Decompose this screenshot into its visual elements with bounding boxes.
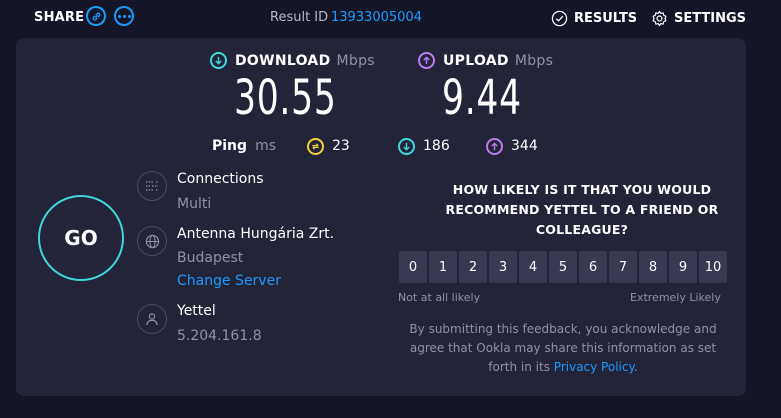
scale-high-label: Extremely Likely [630, 291, 721, 304]
top-bar: SHARE Result ID 13933005004 RESULTS SETT… [0, 0, 781, 36]
connections-title: Connections [177, 171, 264, 187]
ping-download-value: 186 [423, 138, 450, 154]
nps-option-6[interactable]: 6 [579, 251, 607, 283]
ping-upload-icon [486, 137, 503, 155]
upload-speed-value: 9.44 [442, 70, 522, 126]
nps-option-4[interactable]: 4 [519, 251, 547, 283]
settings-button[interactable]: SETTINGS [651, 8, 746, 28]
nps-option-3[interactable]: 3 [489, 251, 517, 283]
link-icon[interactable] [86, 6, 106, 26]
ping-label: Ping [212, 138, 248, 154]
nps-option-2[interactable]: 2 [459, 251, 487, 283]
download-arrow-icon [210, 52, 227, 69]
disclaimer-prefix: forth in its [488, 360, 550, 374]
download-heading: DOWNLOAD Mbps [210, 52, 375, 69]
server-location: Budapest [177, 250, 244, 266]
globe-icon [137, 226, 167, 256]
disclaimer-line: agree that Ookla may share this informat… [409, 341, 717, 355]
download-unit: Mbps [336, 52, 375, 69]
ping-idle: 23 [307, 136, 350, 156]
download-speed-value: 30.55 [234, 70, 337, 126]
share-label: SHARE [34, 10, 85, 25]
result-id-label: Result ID [270, 10, 329, 25]
result-card: DOWNLOAD Mbps 30.55 UPLOAD Mbps 9.44 Pin… [16, 38, 746, 396]
result-id-link[interactable]: 13933005004 [331, 10, 422, 25]
more-options-icon[interactable] [114, 6, 134, 26]
nps-question-line: RECOMMEND YETTEL TO A FRIEND OR [445, 202, 719, 217]
isp-ip: 5.204.161.8 [177, 328, 262, 344]
ping-idle-icon [307, 137, 324, 155]
nps-scale: 0 1 2 3 4 5 6 7 8 9 10 [399, 251, 727, 283]
nps-option-9[interactable]: 9 [669, 251, 697, 283]
results-label: RESULTS [574, 10, 638, 26]
upload-unit: Mbps [514, 52, 554, 69]
disclaimer-suffix: . [633, 360, 638, 374]
gear-icon [652, 10, 667, 26]
ping-download: 186 [398, 136, 450, 156]
upload-heading: UPLOAD Mbps [418, 52, 553, 69]
download-label: DOWNLOAD [235, 52, 331, 69]
feedback-disclaimer: By submitting this feedback, you acknowl… [394, 320, 732, 377]
settings-label: SETTINGS [674, 10, 747, 26]
privacy-policy-link[interactable]: Privacy Policy [554, 360, 634, 374]
nps-question-line: HOW LIKELY IS IT THAT YOU WOULD [452, 182, 712, 197]
user-icon [137, 304, 167, 334]
nps-option-0[interactable]: 0 [399, 251, 427, 283]
ping-upload: 344 [486, 136, 538, 156]
nps-option-1[interactable]: 1 [429, 251, 457, 283]
server-name: Antenna Hungária Zrt. [177, 226, 335, 242]
ping-label-group: Ping ms [212, 136, 276, 156]
go-button[interactable]: GO [38, 195, 124, 281]
disclaimer-line: By submitting this feedback, you acknowl… [409, 322, 717, 336]
ping-upload-value: 344 [511, 138, 538, 154]
change-server-link[interactable]: Change Server [177, 273, 281, 289]
ping-unit: ms [255, 138, 276, 154]
ping-download-icon [398, 137, 415, 155]
upload-label: UPLOAD [443, 52, 509, 69]
nps-option-10[interactable]: 10 [699, 251, 727, 283]
isp-name: Yettel [177, 303, 216, 319]
upload-arrow-icon [418, 52, 435, 69]
check-circle-icon [551, 10, 568, 26]
connections-icon [137, 171, 167, 201]
nps-option-5[interactable]: 5 [549, 251, 577, 283]
disclaimer-line: forth in its Privacy Policy. [394, 358, 732, 377]
scale-low-label: Not at all likely [398, 291, 481, 304]
results-button[interactable]: RESULTS [551, 8, 637, 28]
connections-value: Multi [177, 196, 212, 212]
nps-option-7[interactable]: 7 [609, 251, 637, 283]
nps-question: HOW LIKELY IS IT THAT YOU WOULD RECOMMEN… [412, 180, 752, 240]
nps-option-8[interactable]: 8 [639, 251, 667, 283]
ping-idle-value: 23 [332, 138, 350, 154]
nps-question-line: COLLEAGUE? [535, 222, 629, 237]
